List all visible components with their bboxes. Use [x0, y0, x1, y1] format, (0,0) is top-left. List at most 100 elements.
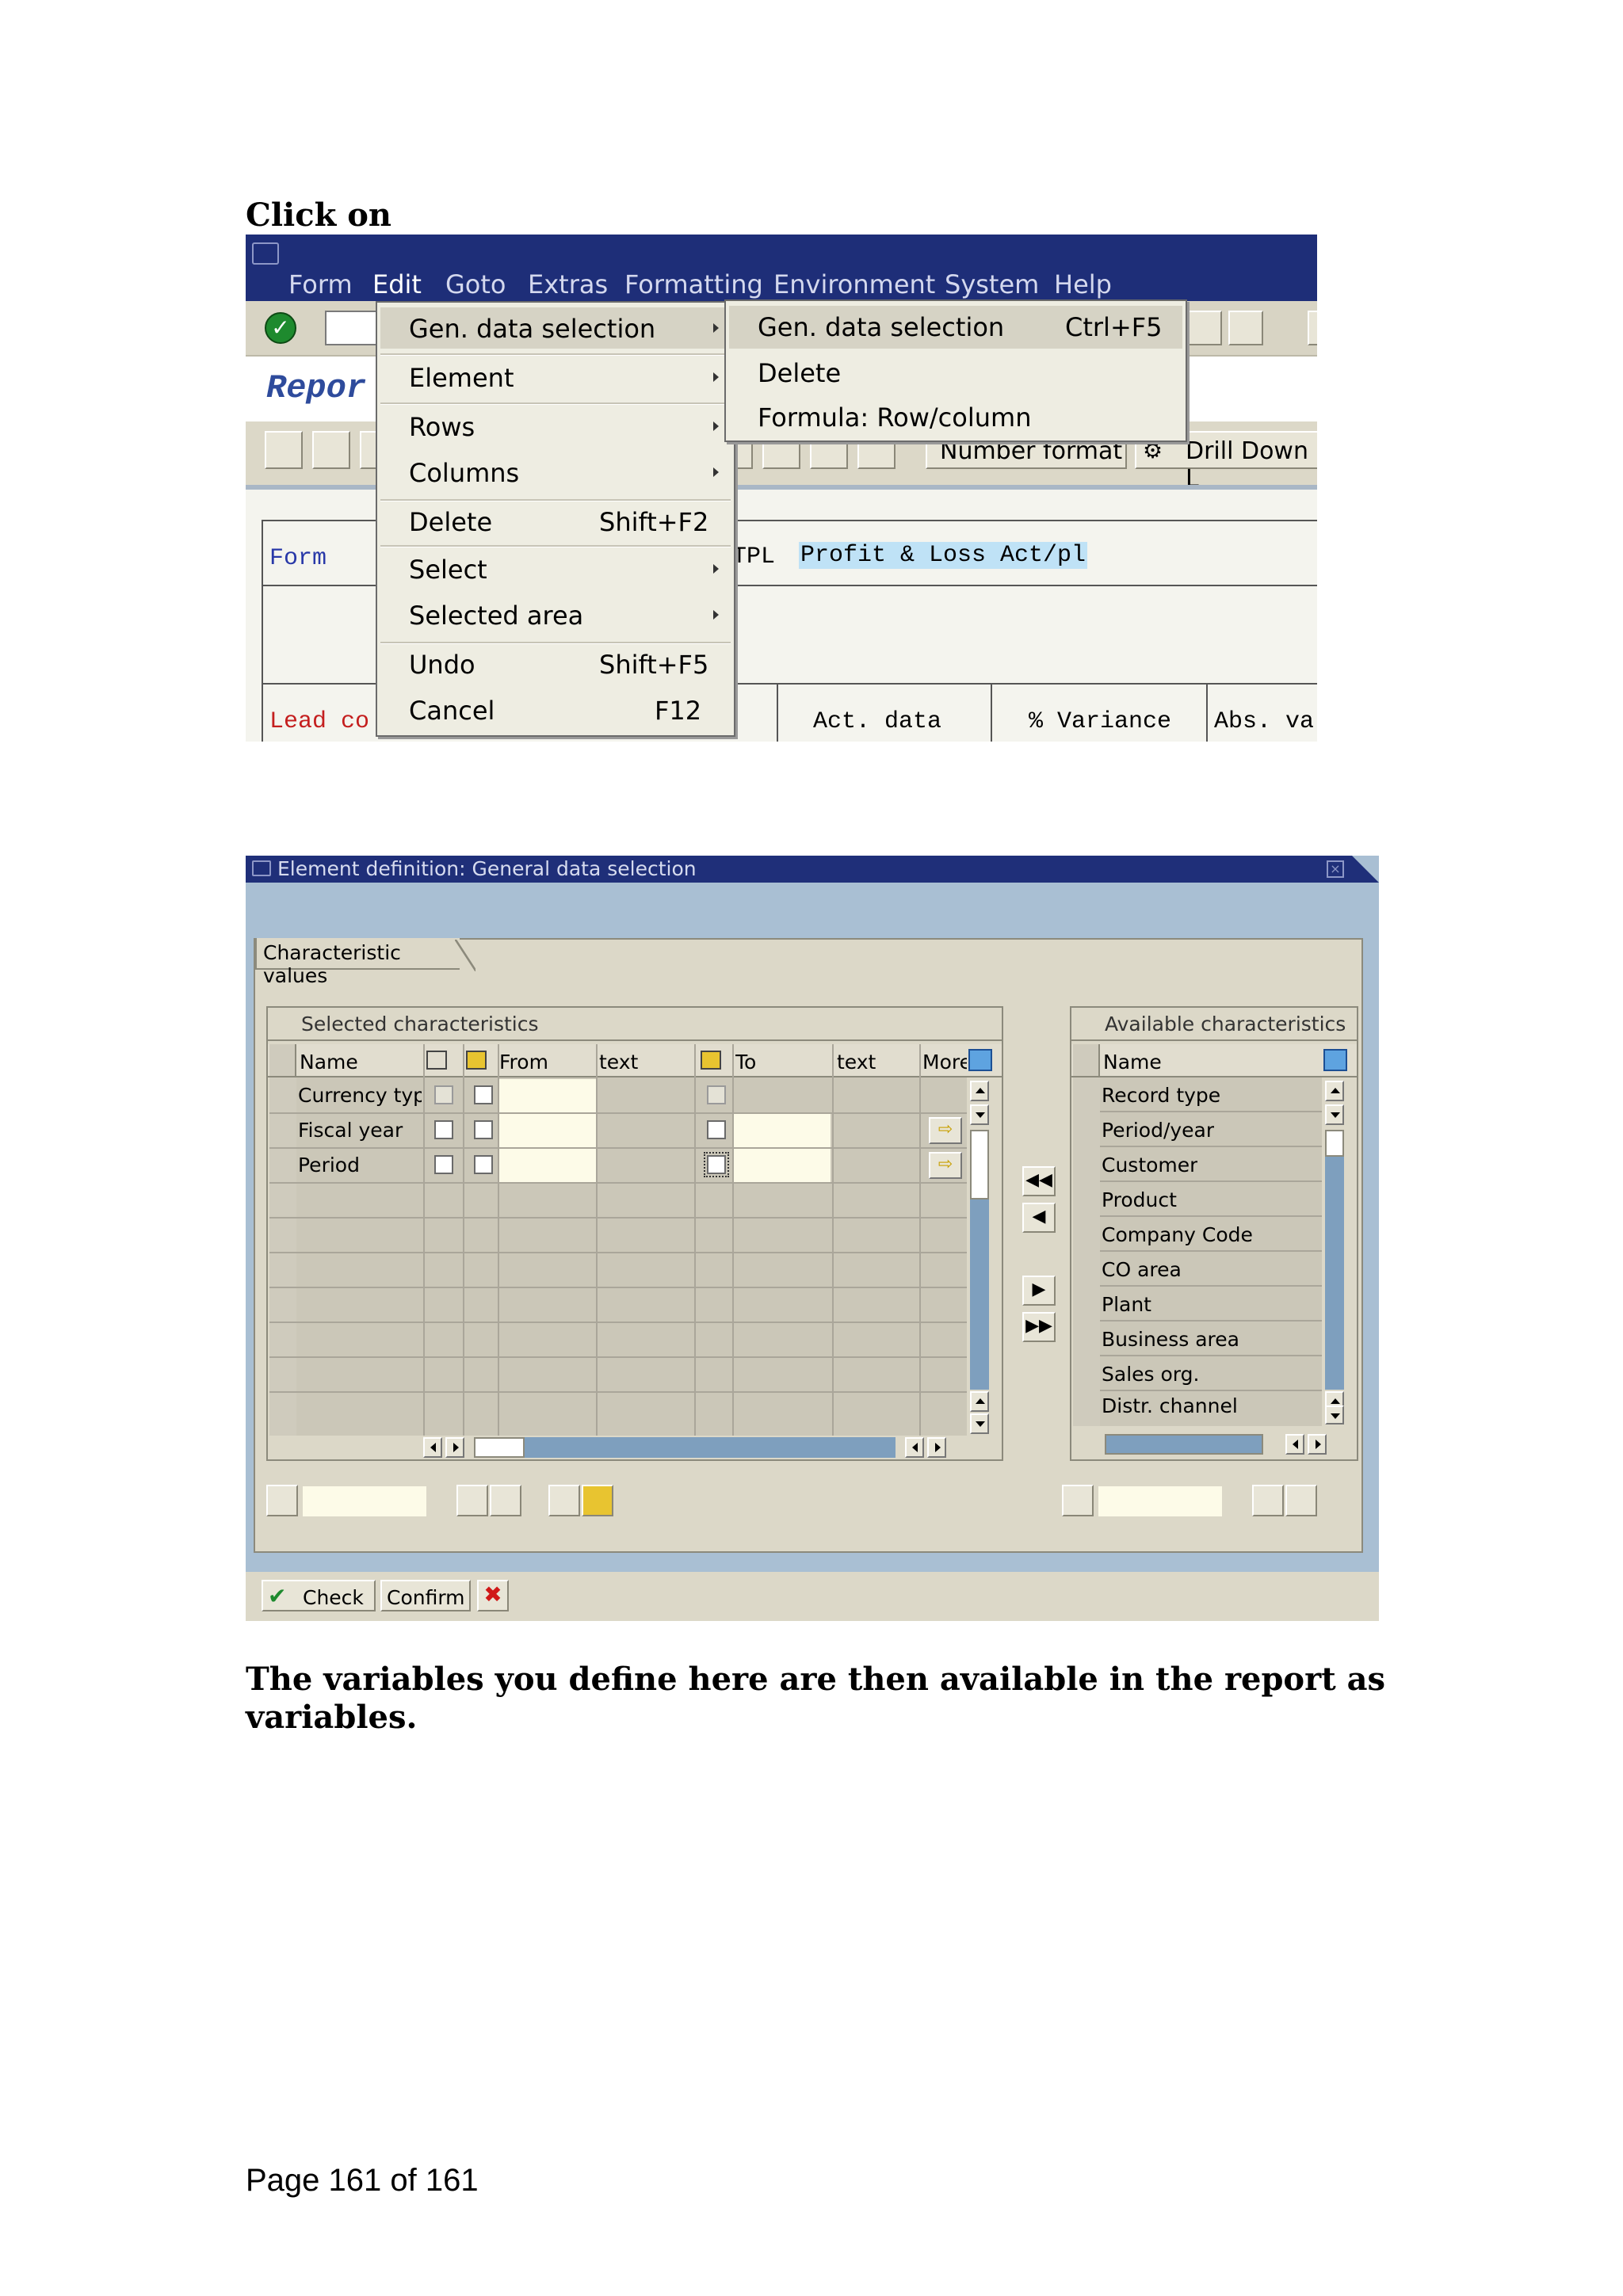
menu-extras[interactable]: Extras: [528, 269, 608, 299]
confirm-button[interactable]: Confirm: [380, 1580, 471, 1611]
horizontal-scrollbar[interactable]: [1100, 1432, 1354, 1456]
selection-checkbox[interactable]: [474, 1085, 493, 1104]
selection-checkbox[interactable]: [474, 1155, 493, 1174]
scroll-left-icon[interactable]: [1285, 1434, 1304, 1455]
menu-item-cancel[interactable]: Cancel: [409, 696, 495, 726]
menu-item-element[interactable]: Element: [409, 363, 514, 393]
scroll-page-down-icon[interactable]: [1325, 1405, 1344, 1425]
cancel-icon[interactable]: ✖: [477, 1580, 509, 1611]
variable-button-icon[interactable]: [582, 1485, 613, 1516]
menu-form[interactable]: Form: [288, 269, 353, 299]
more-arrow-icon[interactable]: ⇨: [929, 1117, 962, 1144]
hierarchy-checkbox[interactable]: [434, 1120, 453, 1139]
scroll-up-icon[interactable]: [1325, 1081, 1344, 1101]
sort-ascending-icon[interactable]: [456, 1485, 488, 1516]
move-all-left-icon[interactable]: ◀◀: [1022, 1166, 1056, 1196]
more-arrow-icon[interactable]: ⇨: [929, 1152, 962, 1179]
list-item[interactable]: Business area: [1100, 1322, 1322, 1356]
find-icon[interactable]: [1062, 1485, 1094, 1516]
menu-formatting[interactable]: Formatting: [624, 269, 763, 299]
menu-item-gen-data-selection[interactable]: Gen. data selection: [409, 314, 655, 344]
list-item[interactable]: Plant: [1100, 1287, 1322, 1322]
scroll-left-icon[interactable]: [423, 1437, 442, 1458]
table-row[interactable]: Currency type: [296, 1077, 967, 1112]
to-selection-checkbox[interactable]: [704, 1152, 729, 1177]
menu-item-select[interactable]: Select: [409, 555, 487, 585]
list-item[interactable]: Company Code: [1100, 1217, 1322, 1252]
vertical-scrollbar[interactable]: [1323, 1077, 1347, 1426]
table-row[interactable]: Fiscal year ⇨: [296, 1112, 967, 1147]
scroll-page-right-icon[interactable]: [927, 1437, 946, 1458]
menu-item-rows[interactable]: Rows: [409, 412, 475, 442]
hierarchy-button-icon[interactable]: [548, 1485, 580, 1516]
menu-environment[interactable]: Environment: [773, 269, 935, 299]
menu-item-columns[interactable]: Columns: [409, 458, 519, 488]
table-row[interactable]: Period ⇨: [296, 1147, 967, 1182]
horizontal-scrollbar[interactable]: [423, 1436, 970, 1459]
menu-item-delete[interactable]: Delete: [409, 507, 492, 537]
move-left-icon[interactable]: ◀: [1022, 1203, 1056, 1233]
create-session-icon[interactable]: [1187, 311, 1222, 345]
list-item[interactable]: Distr. channel: [1100, 1391, 1322, 1426]
column-settings-icon[interactable]: [1323, 1049, 1347, 1071]
scroll-right-icon[interactable]: [445, 1437, 464, 1458]
list-item[interactable]: Record type: [1100, 1077, 1322, 1112]
from-input[interactable]: [499, 1114, 596, 1147]
layout-icon[interactable]: [1308, 311, 1317, 345]
scroll-down-icon[interactable]: [970, 1104, 989, 1125]
filter-icon[interactable]: [490, 1485, 521, 1516]
scroll-up-icon[interactable]: [970, 1081, 989, 1101]
find-icon[interactable]: [266, 1485, 298, 1516]
list-item[interactable]: CO area: [1100, 1252, 1322, 1287]
menu-edit[interactable]: Edit: [372, 269, 422, 299]
hierarchy-checkbox[interactable]: [434, 1155, 453, 1174]
list-item[interactable]: Period/year: [1100, 1112, 1322, 1147]
menu-item-selected-area[interactable]: Selected area: [409, 601, 583, 631]
submenu-item-formula[interactable]: Formula: Row/column: [758, 402, 1031, 433]
close-icon[interactable]: ×: [1327, 860, 1344, 878]
to-input[interactable]: [734, 1114, 831, 1147]
sort-ascending-icon[interactable]: [1252, 1485, 1284, 1516]
check-button[interactable]: ✔ Check: [262, 1580, 376, 1611]
scroll-thumb[interactable]: [970, 1130, 989, 1199]
list-item[interactable]: Sales org.: [1100, 1356, 1322, 1391]
filter-icon[interactable]: [1285, 1485, 1317, 1516]
to-selection-checkbox[interactable]: [707, 1120, 726, 1139]
scroll-down-icon[interactable]: [1325, 1104, 1344, 1125]
search-input[interactable]: [303, 1486, 426, 1516]
to-input[interactable]: [734, 1149, 831, 1182]
form-description[interactable]: Profit & Loss Act/pl: [799, 542, 1088, 569]
list-item[interactable]: Customer: [1100, 1147, 1322, 1182]
menu-system[interactable]: System: [945, 269, 1039, 299]
to-selection-checkbox[interactable]: [707, 1085, 726, 1104]
from-input[interactable]: [499, 1079, 596, 1112]
display-icon[interactable]: [312, 431, 350, 469]
move-all-right-icon[interactable]: ▶▶: [1022, 1312, 1056, 1342]
list-item[interactable]: Product: [1100, 1182, 1322, 1217]
new-session-icon[interactable]: [1228, 311, 1263, 345]
selection-checkbox[interactable]: [474, 1120, 493, 1139]
scroll-page-up-icon[interactable]: [970, 1391, 989, 1412]
from-input[interactable]: [499, 1149, 596, 1182]
scroll-page-down-icon[interactable]: [970, 1413, 989, 1434]
scroll-page-left-icon[interactable]: [905, 1437, 924, 1458]
column-settings-icon[interactable]: [968, 1049, 992, 1071]
submenu-item-gen-data-selection[interactable]: Gen. data selection: [758, 312, 1004, 342]
row-name: Fiscal year: [298, 1119, 403, 1142]
submenu-item-delete[interactable]: Delete: [758, 358, 841, 388]
enter-check-icon[interactable]: ✓: [265, 312, 296, 344]
change-icon[interactable]: [265, 431, 303, 469]
move-right-icon[interactable]: ▶: [1022, 1276, 1056, 1306]
menu-help[interactable]: Help: [1054, 269, 1112, 299]
row-name: Currency type: [298, 1084, 422, 1107]
h-scroll-thumb[interactable]: [474, 1437, 525, 1458]
scroll-right-icon[interactable]: [1308, 1434, 1327, 1455]
menu-goto[interactable]: Goto: [445, 269, 506, 299]
command-field[interactable]: [325, 311, 380, 345]
vertical-scrollbar[interactable]: [968, 1077, 992, 1436]
hierarchy-checkbox[interactable]: [434, 1085, 453, 1104]
scroll-thumb[interactable]: [1325, 1130, 1344, 1157]
search-input[interactable]: [1098, 1486, 1222, 1516]
menu-item-undo[interactable]: Undo: [409, 650, 475, 680]
tab-characteristic-values[interactable]: Characteristic values: [255, 938, 460, 987]
